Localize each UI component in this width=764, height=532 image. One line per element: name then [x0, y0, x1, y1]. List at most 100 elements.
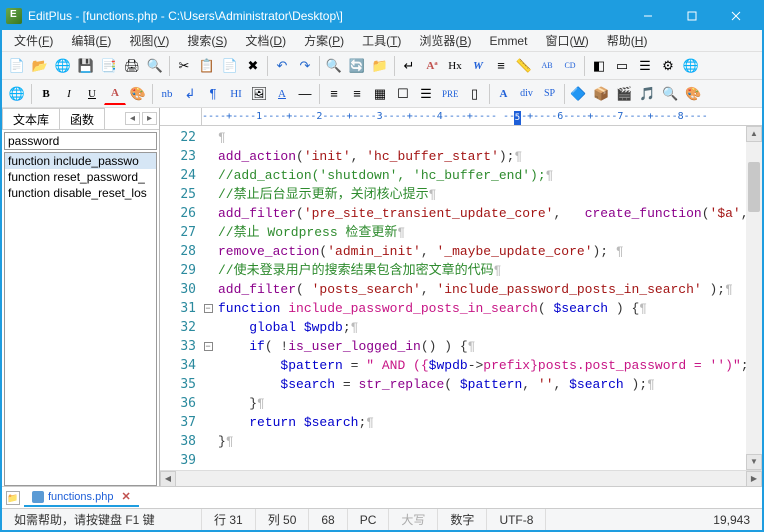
- div-icon[interactable]: div: [516, 83, 538, 105]
- list-item[interactable]: function disable_reset_los: [5, 185, 156, 201]
- sidebar-filter-input[interactable]: [4, 132, 157, 150]
- code-line[interactable]: add_action('init', 'hc_buffer_start');¶: [218, 147, 742, 166]
- code-line[interactable]: //禁止 Wordpress 检查更新¶: [218, 223, 742, 242]
- scroll-left-icon[interactable]: ◀: [160, 471, 176, 486]
- code-line[interactable]: $search = str_replace( $pattern, '', $se…: [218, 375, 742, 394]
- fold-gutter[interactable]: −−: [202, 126, 214, 470]
- script-icon[interactable]: ▯: [464, 83, 486, 105]
- titlebar[interactable]: EditPlus - [functions.php - C:\Users\Adm…: [2, 2, 762, 30]
- open-remote-icon[interactable]: 🌐: [52, 55, 74, 77]
- scroll-up-icon[interactable]: ▲: [746, 126, 762, 142]
- menu-W[interactable]: 窗口(W): [537, 30, 596, 51]
- sidebar-prev-icon[interactable]: ◂: [125, 112, 140, 125]
- code-line[interactable]: //禁止后台显示更新，关闭核心提示¶: [218, 185, 742, 204]
- browser-icon[interactable]: 🌐: [680, 55, 702, 77]
- search-web-icon[interactable]: 🔍: [660, 83, 682, 105]
- folder-icon[interactable]: 📁: [6, 491, 20, 505]
- bold-icon[interactable]: B: [35, 83, 57, 105]
- save-icon[interactable]: 💾: [75, 55, 97, 77]
- anchor2-icon[interactable]: A: [493, 83, 515, 105]
- find-in-files-icon[interactable]: 📁: [369, 55, 391, 77]
- menu-D[interactable]: 文档(D): [237, 30, 294, 51]
- menu-Emmet[interactable]: Emmet: [481, 32, 535, 50]
- code-line[interactable]: return $search;¶: [218, 413, 742, 432]
- replace-icon[interactable]: 🔄: [346, 55, 368, 77]
- print-preview-icon[interactable]: 🔍: [144, 55, 166, 77]
- column-icon[interactable]: AB: [536, 55, 558, 77]
- whitespace-icon[interactable]: ≡: [490, 55, 512, 77]
- object-icon[interactable]: 🔷: [568, 83, 590, 105]
- code-line[interactable]: function include_password_posts_in_searc…: [218, 299, 742, 318]
- window-list-icon[interactable]: ☰: [634, 55, 656, 77]
- code-line[interactable]: //使未登录用户的搜索结果包含加密文章的代码¶: [218, 261, 742, 280]
- heading-icon[interactable]: HI: [225, 83, 247, 105]
- align-left-icon[interactable]: ≡: [323, 83, 345, 105]
- save-all-icon[interactable]: 📑: [98, 55, 120, 77]
- scroll-down-icon[interactable]: ▼: [746, 454, 762, 470]
- menu-S[interactable]: 搜索(S): [179, 30, 235, 51]
- sidebar-icon[interactable]: ◧: [588, 55, 610, 77]
- align-center-icon[interactable]: ≡: [346, 83, 368, 105]
- delete-icon[interactable]: ✖: [242, 55, 264, 77]
- code-editor[interactable]: ▶ 222324252627282930313233343536373839 −…: [160, 126, 762, 470]
- sidebar-next-icon[interactable]: ▸: [142, 112, 157, 125]
- list-item[interactable]: function reset_password_: [5, 169, 156, 185]
- new-file-icon[interactable]: 📄: [6, 55, 28, 77]
- font-color-icon[interactable]: A: [104, 83, 126, 105]
- flash-icon[interactable]: 📦: [591, 83, 613, 105]
- paste-icon[interactable]: 📄: [219, 55, 241, 77]
- fold-marker[interactable]: −: [204, 304, 213, 313]
- palette-icon[interactable]: 🎨: [127, 83, 149, 105]
- code-line[interactable]: add_filter( 'posts_search', 'include_pas…: [218, 280, 742, 299]
- color-picker-icon[interactable]: 🎨: [683, 83, 705, 105]
- code-line[interactable]: //add_action('shutdown', 'hc_buffer_end'…: [218, 166, 742, 185]
- menu-P[interactable]: 方案(P): [296, 30, 352, 51]
- print-icon[interactable]: 🖨: [121, 55, 143, 77]
- settings-icon[interactable]: ⚙: [657, 55, 679, 77]
- wordwrap-icon[interactable]: ↵: [398, 55, 420, 77]
- menu-B[interactable]: 浏览器(B): [411, 30, 479, 51]
- code-line[interactable]: [218, 451, 742, 470]
- close-button[interactable]: [714, 2, 758, 30]
- column2-icon[interactable]: CD: [559, 55, 581, 77]
- code-line[interactable]: }¶: [218, 432, 742, 451]
- list-item[interactable]: function include_passwo: [5, 153, 156, 169]
- file-tab[interactable]: functions.php ✕: [24, 488, 139, 507]
- vertical-scrollbar[interactable]: ▲ ▼: [746, 126, 762, 470]
- undo-icon[interactable]: ↶: [271, 55, 293, 77]
- fold-marker[interactable]: −: [204, 342, 213, 351]
- italic-icon[interactable]: I: [58, 83, 80, 105]
- code-line[interactable]: add_filter('pre_site_transient_update_co…: [218, 204, 742, 223]
- menu-T[interactable]: 工具(T): [354, 30, 409, 51]
- font-size-icon[interactable]: Aª: [421, 55, 443, 77]
- code-line[interactable]: if( !is_user_logged_in() ) {¶: [218, 337, 742, 356]
- sidebar-tab-functions[interactable]: 函数: [59, 108, 105, 129]
- pre-icon[interactable]: PRE: [438, 83, 463, 105]
- menu-V[interactable]: 视图(V): [121, 30, 177, 51]
- code-area[interactable]: ¶add_action('init', 'hc_buffer_start');¶…: [214, 126, 746, 470]
- file-tab-close-icon[interactable]: ✕: [121, 490, 130, 503]
- sidebar-function-list[interactable]: function include_passwo function reset_p…: [4, 152, 157, 486]
- menu-F[interactable]: 文件(F): [6, 30, 61, 51]
- form-icon[interactable]: ☐: [392, 83, 414, 105]
- open-file-icon[interactable]: 📂: [29, 55, 51, 77]
- nbsp-icon[interactable]: nb: [156, 83, 178, 105]
- cut-icon[interactable]: ✂: [173, 55, 195, 77]
- code-line[interactable]: global $wpdb;¶: [218, 318, 742, 337]
- p-icon[interactable]: ¶: [202, 83, 224, 105]
- hex-icon[interactable]: Hx: [444, 55, 466, 77]
- code-line[interactable]: remove_action('admin_init', '_maybe_upda…: [218, 242, 742, 261]
- scroll-right-icon[interactable]: ▶: [746, 471, 762, 486]
- web-preview-icon[interactable]: 🌐: [6, 83, 28, 105]
- span-icon[interactable]: SP: [539, 83, 561, 105]
- video-icon[interactable]: 🎬: [614, 83, 636, 105]
- table-icon[interactable]: ▦: [369, 83, 391, 105]
- menu-H[interactable]: 帮助(H): [599, 30, 656, 51]
- code-line[interactable]: $pattern = " AND ({$wpdb->prefix}posts.p…: [218, 356, 742, 375]
- maximize-button[interactable]: [670, 2, 714, 30]
- word-icon[interactable]: W: [467, 55, 489, 77]
- output-icon[interactable]: ▭: [611, 55, 633, 77]
- br-icon[interactable]: ↲: [179, 83, 201, 105]
- image-icon[interactable]: 🖼: [248, 83, 270, 105]
- anchor-icon[interactable]: A: [271, 83, 293, 105]
